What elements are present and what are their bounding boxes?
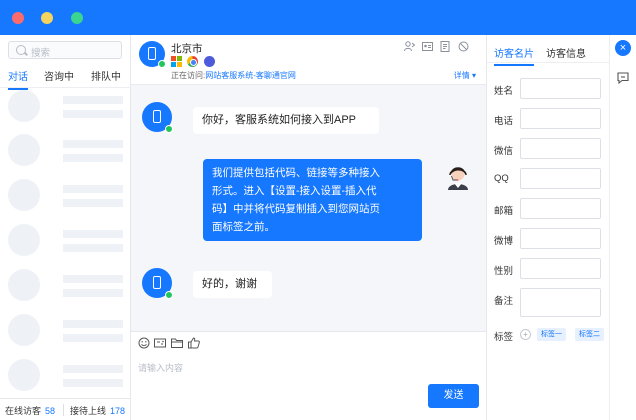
weibo-field: 微博 — [494, 228, 604, 250]
mobile-icon — [153, 110, 161, 123]
message-composer: 请输入内容 发送 — [131, 331, 486, 420]
send-button[interactable]: 发送 — [428, 384, 479, 408]
transfer-user-icon[interactable] — [404, 41, 415, 52]
email-field: 邮箱 — [494, 198, 604, 220]
folder-icon[interactable] — [171, 337, 183, 349]
windows-icon — [171, 56, 182, 67]
gender-field: 性别 — [494, 258, 604, 280]
visitor-avatar[interactable] — [139, 41, 166, 68]
list-item-placeholder — [8, 224, 124, 260]
tag-row: 标签 + 标签一 标签二 — [494, 328, 609, 343]
phone-field: 电话 — [494, 108, 604, 130]
chat-bubble-icon[interactable] — [616, 71, 630, 85]
chat-panel: 北京市 正在访问:网站客服系统-客聊通官网 详情 ▾ 你好，客服系统如何接入到A… — [131, 35, 486, 420]
phone-input[interactable] — [520, 108, 601, 129]
list-item-placeholder — [8, 134, 124, 170]
remark-input[interactable] — [520, 288, 601, 317]
visitor-message: 你好，客服系统如何接入到APP — [193, 107, 379, 134]
title-bar — [0, 0, 636, 35]
tab-conversations[interactable]: 对话 — [8, 68, 28, 90]
gender-input[interactable] — [520, 258, 601, 279]
message-list: 你好，客服系统如何接入到APP 我们提供包括代码、链接等多种接入 形式。进入【设… — [131, 86, 486, 331]
details-button[interactable]: 详情 ▾ — [454, 70, 476, 81]
online-visitors: 在线访客 58 — [5, 406, 56, 416]
list-item-placeholder — [8, 314, 124, 350]
tag-label: 标签 — [494, 332, 514, 343]
add-tag-icon[interactable]: + — [520, 329, 531, 340]
mobile-icon — [153, 276, 161, 289]
conversation-panel: 搜索 对话 咨询中 排队中 在线访客 58 接待上线 178 — [0, 35, 131, 420]
tab-consulting[interactable]: 咨询中 — [44, 68, 74, 83]
search-input[interactable]: 搜索 — [8, 41, 122, 59]
served-visitors: 接待上线 178 — [70, 406, 126, 416]
visitor-avatar — [142, 268, 173, 299]
email-input[interactable] — [520, 198, 601, 219]
block-visitor-icon[interactable] — [458, 41, 469, 52]
online-status-dot — [165, 291, 173, 299]
visitor-tabs: 访客名片 访客信息 — [487, 35, 610, 66]
screenshot-icon[interactable] — [154, 337, 166, 349]
search-icon — [16, 45, 26, 55]
window-maximize-button[interactable] — [71, 12, 83, 24]
online-status-dot — [158, 60, 166, 68]
agent-avatar — [444, 160, 472, 190]
list-item-placeholder — [8, 179, 124, 215]
window-minimize-button[interactable] — [41, 12, 53, 24]
visitor-avatar — [142, 102, 173, 133]
name-field: 姓名 — [494, 78, 604, 100]
search-placeholder: 搜索 — [31, 48, 51, 59]
qq-input[interactable] — [520, 168, 601, 189]
name-input[interactable] — [520, 78, 601, 99]
thumbs-up-icon[interactable] — [188, 337, 200, 349]
remark-field: 备注 — [494, 288, 604, 317]
wechat-field: 微信 — [494, 138, 604, 160]
tag-chip[interactable]: 标签一 — [537, 328, 566, 341]
message-input[interactable]: 请输入内容 — [138, 361, 183, 374]
header-toolbar — [404, 41, 474, 53]
security-icon — [204, 56, 215, 67]
emoji-icon[interactable] — [138, 337, 150, 349]
wechat-input[interactable] — [520, 138, 601, 159]
visiting-page-link[interactable]: 网站客服系统-客聊通官网 — [205, 71, 296, 80]
side-strip: × — [609, 35, 636, 420]
visitor-panel: 访客名片 访客信息 姓名 电话 微信 QQ 邮箱 微博 性别 备注 标签 + 标… — [486, 35, 610, 420]
visiting-page: 正在访问:网站客服系统-客聊通官网 — [171, 71, 296, 80]
close-panel-button[interactable]: × — [615, 40, 631, 56]
online-status-dot — [165, 125, 173, 133]
tab-visitor-card[interactable]: 访客名片 — [494, 45, 534, 66]
contact-card-icon[interactable] — [422, 41, 433, 52]
tab-queue[interactable]: 排队中 — [91, 68, 121, 83]
mobile-icon — [148, 47, 156, 60]
chrome-icon — [187, 56, 198, 67]
list-item-placeholder — [8, 269, 124, 305]
list-item-placeholder — [8, 359, 124, 395]
visitor-message: 好的，谢谢 — [193, 271, 272, 298]
chat-header: 北京市 正在访问:网站客服系统-客聊通官网 详情 ▾ — [131, 35, 486, 85]
visitor-stats: 在线访客 58 接待上线 178 — [0, 398, 130, 420]
tab-visitor-info[interactable]: 访客信息 — [546, 45, 586, 60]
note-icon[interactable] — [440, 41, 450, 52]
tag-chip[interactable]: 标签二 — [575, 328, 604, 341]
agent-message: 我们提供包括代码、链接等多种接入 形式。进入【设置-接入设置-插入代 码】中并将… — [203, 159, 422, 241]
window-close-button[interactable] — [12, 12, 24, 24]
conversation-tabs: 对话 咨询中 排队中 — [0, 64, 131, 90]
qq-field: QQ — [494, 168, 604, 190]
weibo-input[interactable] — [520, 228, 601, 249]
list-item-placeholder — [8, 90, 124, 126]
visitor-location: 北京市 — [171, 43, 203, 55]
